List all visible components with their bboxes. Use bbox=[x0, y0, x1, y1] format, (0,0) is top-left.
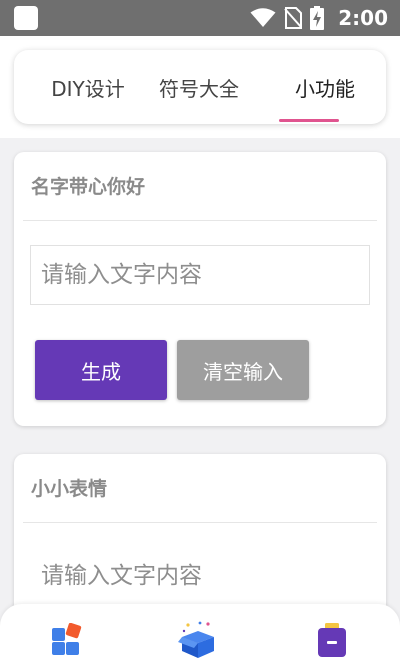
card-divider bbox=[23, 220, 377, 221]
name-heart-card: 名字带心你好 生成 清空输入 bbox=[14, 152, 386, 426]
status-bar: 2:00 bbox=[0, 0, 400, 36]
name-heart-input[interactable] bbox=[30, 245, 370, 305]
tab-small-functions[interactable]: 小功能 bbox=[276, 50, 374, 124]
wifi-icon bbox=[250, 8, 276, 27]
nav-tool[interactable] bbox=[312, 620, 352, 660]
generate-button[interactable]: 生成 bbox=[35, 340, 167, 400]
nav-diy[interactable] bbox=[46, 620, 86, 660]
bottom-nav bbox=[0, 604, 400, 660]
status-indicators: 2:00 bbox=[250, 0, 388, 36]
app-notification-icon bbox=[14, 6, 38, 30]
tab-diy-design[interactable]: DIY设计 bbox=[28, 50, 148, 124]
card-title: 名字带心你好 bbox=[31, 176, 146, 198]
no-sim-icon bbox=[284, 7, 303, 29]
small-emoji-input[interactable] bbox=[30, 546, 370, 606]
diy-blocks-icon bbox=[52, 623, 82, 655]
battery-charging-icon bbox=[310, 6, 325, 30]
nav-box[interactable] bbox=[178, 620, 218, 660]
card-title: 小小表情 bbox=[31, 478, 108, 500]
tab-bar: DIY设计 符号大全 小功能 bbox=[14, 50, 386, 124]
tool-box-icon bbox=[318, 623, 346, 657]
status-time: 2:00 bbox=[338, 6, 388, 30]
card-divider bbox=[23, 522, 377, 523]
gift-box-icon bbox=[178, 621, 214, 658]
tab-symbols[interactable]: 符号大全 bbox=[140, 50, 258, 124]
active-tab-indicator bbox=[279, 119, 339, 122]
clear-input-button[interactable]: 清空输入 bbox=[177, 340, 309, 400]
